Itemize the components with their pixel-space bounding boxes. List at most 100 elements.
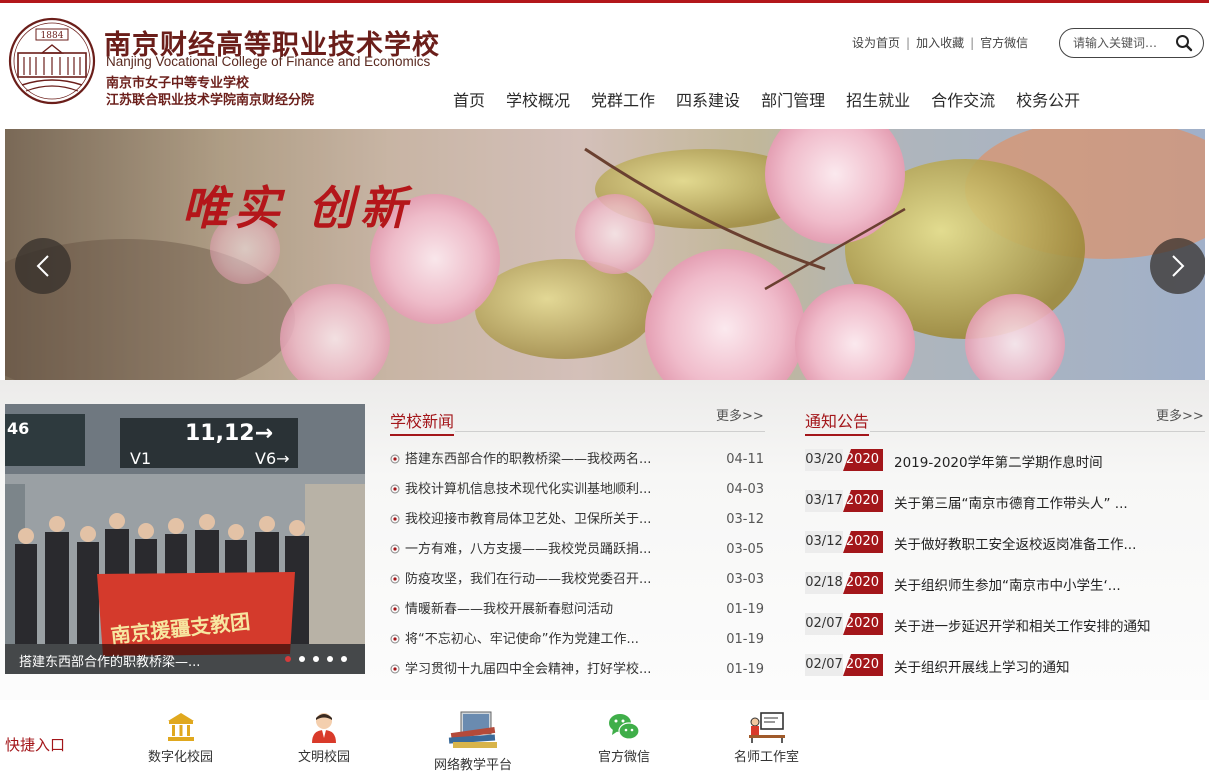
news-item-title[interactable]: 一方有难，八方支援——我校党员踊跃捐... (405, 541, 705, 559)
news-item-title[interactable]: 我校计算机信息技术现代化实训基地顺利... (405, 481, 705, 499)
nav-departments-four[interactable]: 四系建设 (676, 87, 740, 111)
notice-date: 02/18 (805, 572, 843, 594)
notice-date: 03/20 (805, 449, 843, 471)
news-item-title[interactable]: 我校迎接市教育局体卫艺处、卫保所关于... (405, 511, 705, 529)
nav-home[interactable]: 首页 (453, 87, 485, 111)
quick-online-teaching[interactable]: 网络教学平台 (434, 708, 512, 773)
news-item-title[interactable]: 情暖新春——我校开展新春慰问活动 (405, 601, 705, 619)
bullet-icon (390, 514, 400, 524)
notice-item-title[interactable]: 关于组织师生参加“南京市中小学生‘... (894, 574, 1154, 594)
site-header: 1884 南京财经高等职业技术学校 Nanjing Vocational Col… (0, 3, 1209, 129)
photo-news-caption[interactable]: 搭建东西部合作的职教桥梁—... (19, 651, 200, 670)
notice-item[interactable]: 03/17 2020 关于第三届“南京市德育工作带头人” ... (805, 490, 1205, 531)
news-item[interactable]: 防疫攻坚，我们在行动——我校党委召开... 03-03 (390, 571, 766, 601)
news-item[interactable]: 一方有难，八方支援——我校党员踊跃捐... 03-05 (390, 541, 766, 571)
bullet-icon (390, 544, 400, 554)
news-item-date: 01-19 (726, 632, 764, 647)
news-item-title[interactable]: 防疫攻坚，我们在行动——我校党委召开... (405, 571, 705, 589)
notice-year-badge: 2020 (843, 572, 883, 594)
news-item[interactable]: 我校计算机信息技术现代化实训基地顺利... 04-03 (390, 481, 766, 511)
notice-year-badge: 2020 (843, 490, 883, 512)
slider-dots (277, 656, 347, 662)
notice-year-badge: 2020 (843, 449, 883, 471)
banner-slider[interactable]: 唯实 创新 (5, 129, 1205, 380)
news-item-title[interactable]: 搭建东西部合作的职教桥梁——我校两名... (405, 451, 705, 469)
search-box (1059, 28, 1204, 58)
nav-public-affairs[interactable]: 校务公开 (1016, 87, 1080, 111)
photo-news-slider[interactable]: 11,12→ V1 V6→ 46 南京援疆支教团 搭建东西部合作的职教桥梁—..… (5, 404, 365, 674)
quick-famous-teacher-studio[interactable]: 名师工作室 (734, 710, 799, 765)
notice-item[interactable]: 02/07 2020 关于进一步延迟开学和相关工作安排的通知 (805, 613, 1205, 654)
school-sub-name: 江苏联合职业技术学院南京财经分院 (106, 93, 315, 108)
set-homepage-link[interactable]: 设为首页 (852, 36, 900, 50)
banner-prev-button[interactable] (15, 238, 71, 294)
svg-text:11,12→: 11,12→ (185, 421, 273, 446)
news-item[interactable]: 搭建东西部合作的职教桥梁——我校两名... 04-11 (390, 451, 766, 481)
school-name-en: Nanjing Vocational College of Finance an… (106, 54, 431, 69)
news-item-title[interactable]: 将“不忘初心、牢记使命”作为党建工作... (405, 631, 705, 649)
notice-item[interactable]: 02/07 2020 关于组织开展线上学习的通知 (805, 654, 1205, 695)
news-item[interactable]: 情暖新春——我校开展新春慰问活动 01-19 (390, 601, 766, 631)
notice-item-title[interactable]: 关于做好教职工安全返校返岗准备工作... (894, 533, 1154, 553)
top-links: 设为首页 | 加入收藏 | 官方微信 (852, 34, 1028, 51)
slider-dot[interactable] (299, 656, 305, 662)
quick-entry-item-label: 名师工作室 (734, 750, 800, 765)
notice-date: 03/17 (805, 490, 843, 512)
bullet-icon (390, 664, 400, 674)
svg-text:V6→: V6→ (255, 449, 290, 468)
news-item-date: 04-03 (726, 482, 764, 497)
news-item-date: 03-03 (726, 572, 764, 587)
news-item[interactable]: 将“不忘初心、牢记使命”作为党建工作... 01-19 (390, 631, 766, 661)
school-logo-icon[interactable]: 1884 (6, 17, 98, 105)
notice-item[interactable]: 03/12 2020 关于做好教职工安全返校返岗准备工作... (805, 531, 1205, 572)
quick-civilized-campus[interactable]: 文明校园 (298, 710, 350, 765)
banner-next-button[interactable] (1150, 238, 1205, 294)
notice-year-badge: 2020 (843, 531, 883, 553)
bullet-icon (390, 574, 400, 584)
search-input[interactable] (1073, 35, 1173, 51)
notice-date: 02/07 (805, 654, 843, 676)
school-news-title: 学校新闻 (390, 408, 455, 436)
news-item[interactable]: 我校迎接市教育局体卫艺处、卫保所关于... 03-12 (390, 511, 766, 541)
news-item-date: 04-11 (726, 452, 764, 467)
separator: | (906, 36, 911, 50)
chevron-left-icon (36, 255, 49, 277)
notice-item-title[interactable]: 2019-2020学年第二学期作息时间 (894, 451, 1154, 471)
quick-official-wechat[interactable]: 官方微信 (598, 710, 650, 765)
chevron-right-icon (1172, 255, 1185, 277)
main-nav: 首页 学校概况 党群工作 四系建设 部门管理 招生就业 合作交流 校务公开 (453, 87, 1101, 111)
notice-item-title[interactable]: 关于组织开展线上学习的通知 (894, 656, 1154, 676)
search-icon[interactable] (1175, 34, 1193, 52)
separator: | (970, 36, 975, 50)
school-news-more-link[interactable]: 更多>> (716, 405, 764, 424)
notice-list: 03/20 2020 2019-2020学年第二学期作息时间 03/17 2020 关于第… (805, 449, 1205, 695)
news-item-date: 01-19 (726, 602, 764, 617)
notice-item[interactable]: 02/18 2020 关于组织师生参加“南京市中小学生‘... (805, 572, 1205, 613)
nav-cooperation[interactable]: 合作交流 (931, 87, 995, 111)
bullet-icon (390, 484, 400, 494)
news-item-title[interactable]: 学习贯彻十九届四中全会精神，打好学校... (405, 661, 705, 679)
bullet-icon (390, 634, 400, 644)
photo-news-image: 11,12→ V1 V6→ 46 南京援疆支教团 (5, 404, 365, 674)
nav-admission[interactable]: 招生就业 (846, 87, 910, 111)
slider-dot[interactable] (327, 656, 333, 662)
add-favorite-link[interactable]: 加入收藏 (916, 36, 964, 50)
official-wechat-link[interactable]: 官方微信 (980, 36, 1028, 50)
notices-more-link[interactable]: 更多>> (1156, 405, 1204, 424)
notice-item-title[interactable]: 关于进一步延迟开学和相关工作安排的通知 (894, 615, 1154, 635)
notice-item-title[interactable]: 关于第三届“南京市德育工作带头人” ... (894, 492, 1154, 512)
news-item[interactable]: 学习贯彻十九届四中全会精神，打好学校... 01-19 (390, 661, 766, 691)
quick-entry-item-label: 文明校园 (298, 750, 351, 765)
nav-about[interactable]: 学校概况 (506, 87, 570, 111)
nav-management[interactable]: 部门管理 (761, 87, 825, 111)
notices-title: 通知公告 (805, 408, 870, 436)
nav-party[interactable]: 党群工作 (591, 87, 655, 111)
quick-digital-campus[interactable]: 数字化校园 (148, 710, 213, 765)
slider-dot[interactable] (313, 656, 319, 662)
slider-dot[interactable] (285, 656, 291, 662)
svg-text:V1: V1 (130, 449, 151, 468)
section-divider (455, 431, 765, 432)
slider-dot[interactable] (341, 656, 347, 662)
notice-item[interactable]: 03/20 2020 2019-2020学年第二学期作息时间 (805, 449, 1205, 490)
quick-entry-item-label: 网络教学平台 (434, 758, 513, 773)
